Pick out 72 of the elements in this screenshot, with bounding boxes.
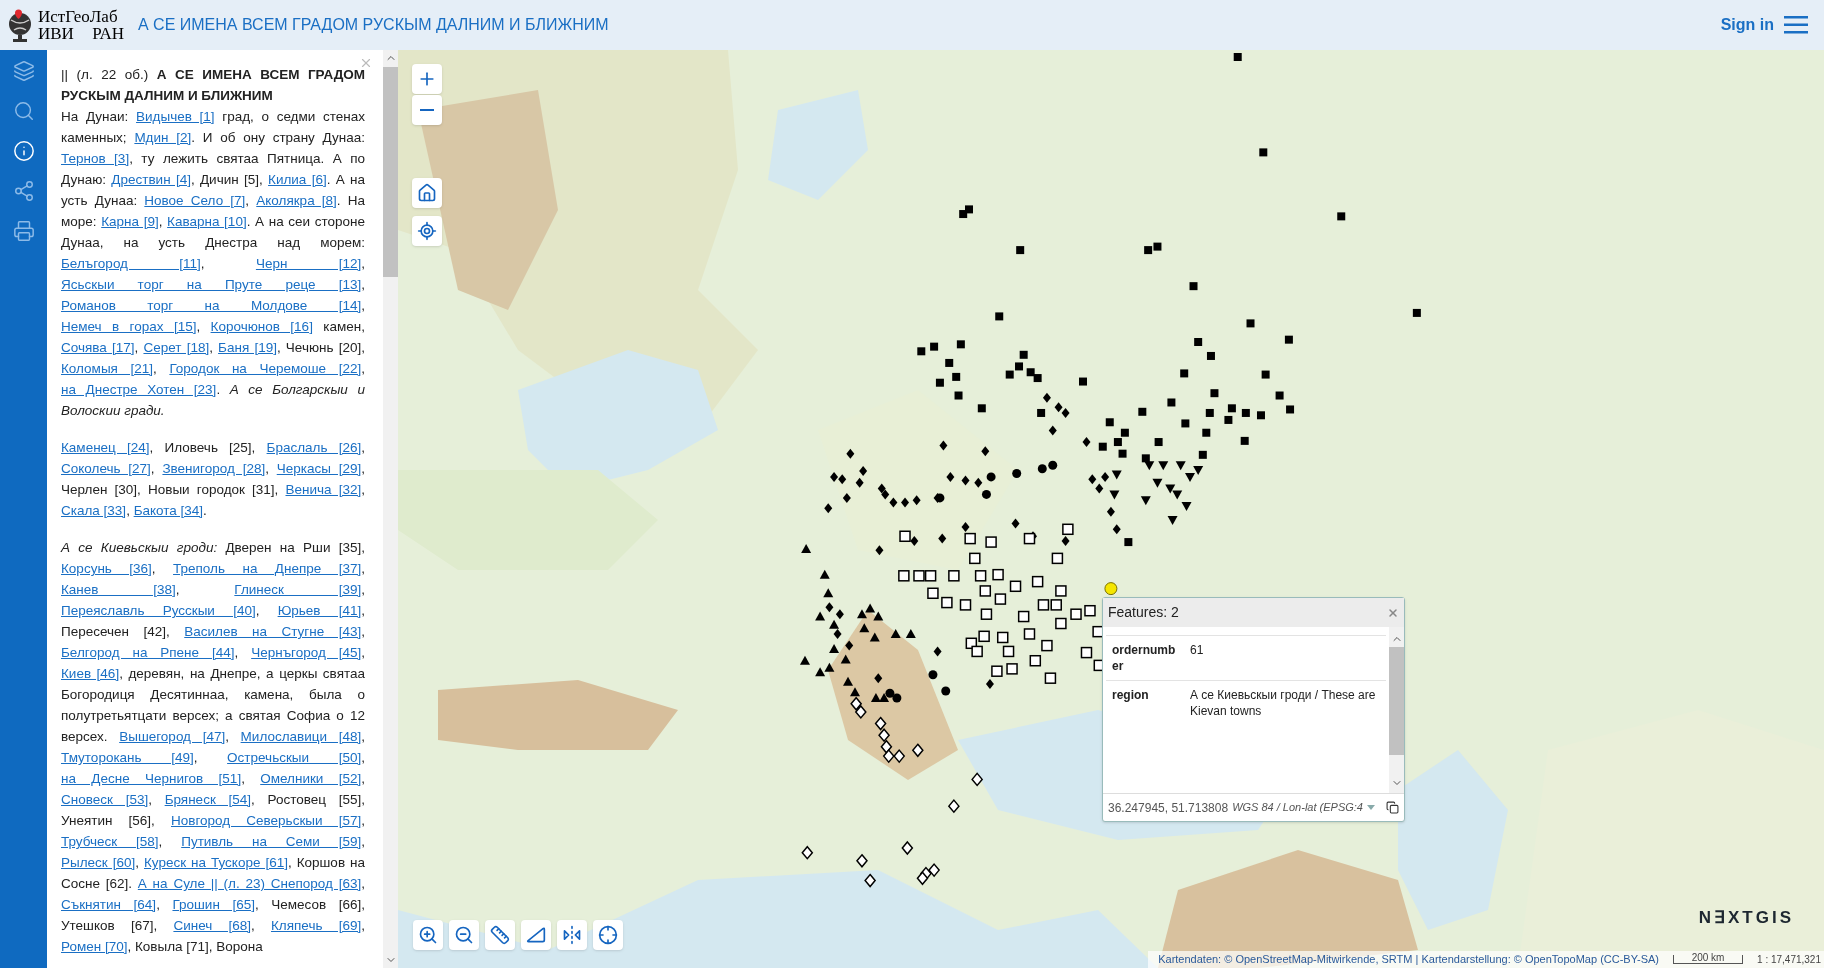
place-link[interactable]: Съкнятин [64]	[61, 897, 157, 912]
place-link[interactable]: Карна [9]	[101, 214, 159, 229]
place-link[interactable]: Брянеск [54]	[164, 792, 252, 807]
flip-icon	[562, 925, 582, 945]
attribute-name: ordernumber	[1111, 642, 1177, 675]
globe-logo-icon	[6, 8, 34, 42]
attribute-name: region	[1111, 687, 1150, 704]
crs-select[interactable]: WGS 84 / Lon-lat (EPSG:4	[1232, 799, 1363, 816]
place-link[interactable]: Канев [38]	[61, 582, 176, 597]
home-icon	[417, 183, 437, 203]
place-link[interactable]: Каменец [24]	[61, 440, 150, 455]
scroll-thumb[interactable]	[1389, 647, 1404, 755]
place-link[interactable]: Сочява [17]	[61, 340, 135, 355]
place-link[interactable]: Аколякра [8]	[256, 193, 337, 208]
scale-bar: 200 km	[1673, 955, 1744, 964]
place-link[interactable]: Грошин [65]	[172, 897, 255, 912]
measure-area-button[interactable]	[521, 920, 551, 950]
popup-title: Features: 2	[1108, 603, 1179, 622]
logo-text: ИстГеоЛаб	[38, 8, 119, 25]
place-link[interactable]: Скала [33]	[61, 503, 127, 518]
place-link[interactable]: Килиа [6]	[268, 172, 327, 187]
close-icon[interactable]	[1387, 606, 1399, 619]
zoom-in-icon	[418, 925, 438, 945]
locate-button[interactable]	[412, 216, 442, 246]
place-link[interactable]: Переяславль Русскыи [40]	[61, 603, 256, 618]
scrollbar[interactable]	[1389, 627, 1404, 793]
place-link[interactable]: Трубческ [58]	[61, 834, 159, 849]
place-link[interactable]: Корочюнов [16]	[210, 319, 313, 334]
crosshair-icon	[417, 221, 437, 241]
measure-distance-button[interactable]	[485, 920, 515, 950]
caret-icon[interactable]	[1366, 805, 1375, 810]
place-link[interactable]: Тмуторокань [49]	[61, 750, 194, 765]
menu-icon[interactable]	[1784, 16, 1808, 34]
ruler-icon	[490, 925, 510, 945]
copy-icon[interactable]	[1386, 801, 1399, 814]
place-link[interactable]: Синеч [68]	[173, 918, 251, 933]
attribute-value: 61	[1189, 642, 1205, 659]
minus-icon	[420, 109, 434, 111]
place-link[interactable]: Корсунь [36]	[61, 561, 152, 576]
scale-ratio: 1 : 17,471,321	[1757, 953, 1821, 967]
place-link[interactable]: Баня [19]	[218, 340, 277, 355]
zoom-in-tool-button[interactable]	[413, 920, 443, 950]
map-attribution: Kartendaten: © OpenStreetMap-Mitwirkende, SRTM | Kartendarstellung: © OpenTopoMap (CC-BY-SA)	[1158, 952, 1660, 968]
zoom-in-button[interactable]	[412, 64, 442, 94]
paragraph: На Дунаи: Видычев [1] град, о седми стенах каменных; Мдин [2]. И об ону страну Дунаа: Тернов [3], ту лежить святаа Пятница. А по Дунаю: Дрествин [4], Дичин [5], Килиа [6]. А на усть Дунаа: Новое Село [7], Аколякра [8]. На море: Карна [9], Каварна [10]. А на сеи стороне Дунаа, на усть Днестра над морем: Белъгород [11], Черн [12], Ясьскыи торг на Пруте реце [13], Романов торг на Молдове [14], Немеч в горах [15], Корочюнов [16] камен, Сочява [17], Серет [18], Баня [19], Чечюнь [20], Коломыя [21], Городок на Черемоше [22], на Днестре Хотен [23]. А се Болгарскыи и Волоскии гради.	[61, 108, 365, 420]
paragraph: А се Киевьскыи гроди: Дверен на Рши [35], Корсунь [36], Треполь на Днепре [37], Канев [38], Глинеск [39], Переяславль Русскыи [40], Юрьев [41], Пересечен [42], Василев на Стугне [43], Белгород на Рпене [44], Чернъгород [45], Киев [46], деревян, на Днепре, а церкы святаа Богородиця Десятиннаа, камена, была о полутретьятцати версех; а святая Софиа о 12 версех. Вышегород [47], Милославици [48], Тмуторокань [49], Остречьскыи [50], на Десне Чернигов [51], Омелники [52], Сновеск [53], Брянеск [54], Ростовец [55], Унеятин [56], Новгород Северьскыи [57], Трубческ [58], Путивль на Семи [59], Рылеск [60], Куреск на Тускоре [61], Коршов на Сосне [62]. А на Суле || (л. 23) Снепород [63], Съкнятин [64], Грошин [65], Чемесов [66], Утешков [67], Синеч [68], Кляпечь [69], Ромен [70], Ковыла [71], Ворона	[61, 539, 365, 956]
place-link[interactable]: Каварна [10]	[167, 214, 247, 229]
place-link[interactable]: Куреск на Тускоре [61]	[144, 855, 288, 870]
place-link[interactable]: Видычев [1]	[136, 109, 215, 124]
place-link[interactable]: Белгород на Рпене [44]	[61, 645, 235, 660]
crosshair-icon	[598, 925, 618, 945]
place-link[interactable]: Бакота [34]	[133, 503, 204, 518]
zoom-out-icon	[454, 925, 474, 945]
crosshair-button[interactable]	[593, 920, 623, 950]
place-link[interactable]: Дрествин [4]	[111, 172, 191, 187]
scroll-thumb[interactable]	[383, 67, 398, 277]
place-link[interactable]: Белъгород [11]	[61, 256, 201, 271]
paragraph: Каменец [24], Иловечь [25], Браслаль [26], Соколечь [27], Звенигород [28], Черкасы [29], Черлен [30], Новыи городок [31], Венича [32], Скала [33], Бакота [34].	[61, 439, 365, 520]
sign-in-link[interactable]: Sign in	[1720, 13, 1774, 37]
scrollbar[interactable]	[383, 50, 398, 968]
zoom-out-tool-button[interactable]	[449, 920, 479, 950]
zoom-out-button[interactable]	[412, 95, 442, 125]
attribute-value: А се Киевьскыи гроди / These are Kievan towns	[1189, 687, 1377, 720]
place-link[interactable]: Соколечь [27]	[61, 461, 151, 476]
logo-text: ИВИ РАН	[38, 25, 124, 42]
swipe-button[interactable]	[557, 920, 587, 950]
place-link[interactable]: Коломыя [21]	[61, 361, 154, 376]
coordinates-text: 36.247945, 51.713808	[1108, 799, 1229, 817]
home-button[interactable]	[412, 178, 442, 208]
brand-logo: N∃XTGIS	[1698, 906, 1794, 929]
page-title: А СЕ ИМЕНА ВСЕМ ГРАДОМ РУСКЫМ ДАЛНИМ И БЛИЖНИМ	[138, 15, 609, 35]
triangle-ruler-icon	[526, 925, 546, 945]
